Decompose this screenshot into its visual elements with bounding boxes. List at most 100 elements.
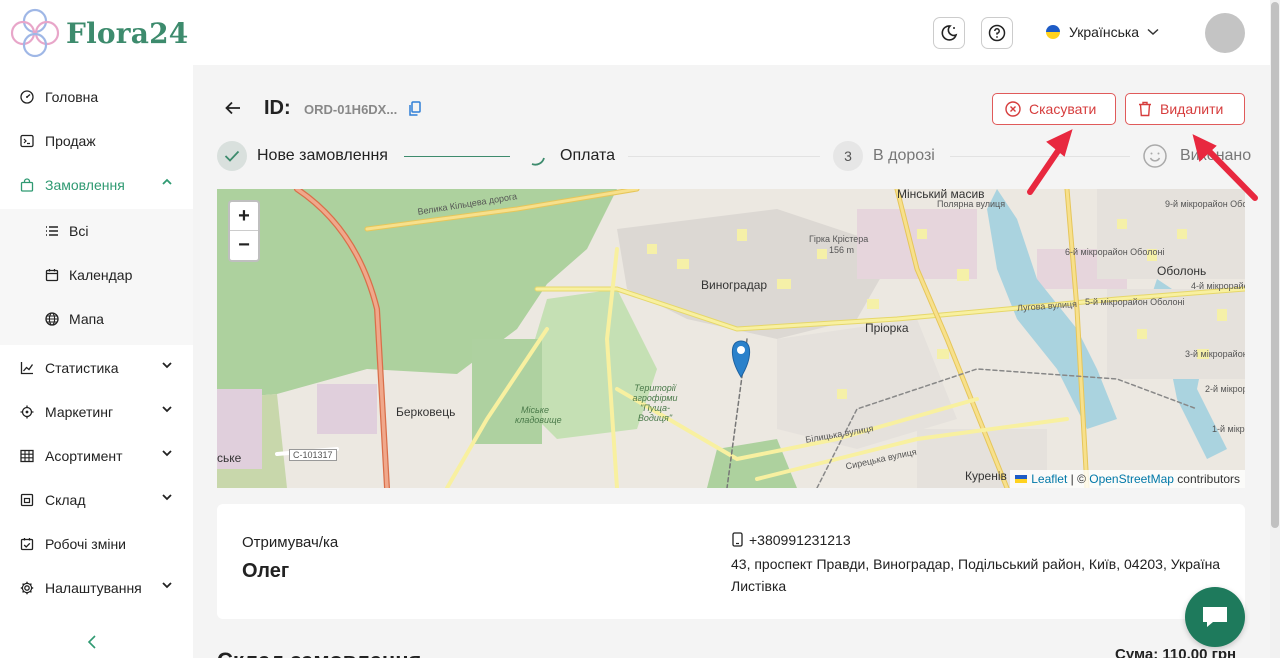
spinner-icon: [531, 157, 545, 166]
sidebar-item-label: Замовлення: [45, 177, 125, 193]
calendar-icon: [45, 268, 59, 282]
sidebar-subitem-calendar[interactable]: Календар: [0, 253, 193, 297]
chevron-down-icon: [162, 362, 172, 369]
chevron-down-icon: [162, 450, 172, 457]
cancel-button-label: Скасувати: [1029, 101, 1097, 117]
sidebar-item-shifts[interactable]: Робочі зміни: [0, 522, 193, 566]
zoom-out-button[interactable]: −: [230, 231, 258, 260]
leaflet-link[interactable]: Leaflet: [1031, 472, 1067, 486]
collapse-sidebar-icon[interactable]: [86, 634, 98, 650]
zoom-in-button[interactable]: +: [230, 202, 258, 231]
map-label: 156 m: [829, 245, 855, 255]
language-selector[interactable]: Українська: [1046, 24, 1159, 40]
sidebar-item-label: Маркетинг: [45, 404, 114, 420]
order-id-label: ID:: [264, 97, 291, 119]
sidebar-item-assortment[interactable]: Асортимент: [0, 434, 193, 478]
smile-icon: [1143, 144, 1167, 168]
sidebar-item-label: Головна: [45, 89, 99, 105]
recipient-label: Отримувач/ка: [242, 534, 339, 551]
chevron-up-icon: [162, 178, 172, 185]
recipient-phone[interactable]: +380991231213: [749, 532, 851, 548]
osm-link[interactable]: OpenStreetMap: [1089, 472, 1174, 486]
sidebar-subitem-all[interactable]: Всі: [0, 209, 193, 253]
order-sum: Сума: 110,00 грн: [1115, 646, 1237, 658]
step-label: В дорозі: [873, 147, 935, 164]
terminal-icon: [20, 134, 34, 148]
ukraine-flag-icon: [1015, 475, 1028, 483]
chevron-down-icon: [1147, 28, 1159, 36]
logo[interactable]: Flora24: [8, 6, 188, 60]
sidebar-subitem-label: Календар: [69, 267, 133, 283]
map-label: Оболонь: [1157, 264, 1207, 278]
delete-button-label: Видалити: [1160, 101, 1224, 117]
step-label: Оплата: [560, 147, 616, 164]
copy-icon[interactable]: [409, 101, 421, 116]
step-new-order: Нове замовлення: [217, 141, 388, 171]
orders-submenu: Всі Календар Мапа: [0, 209, 193, 345]
map-tiles: [217, 189, 1245, 488]
step-payment: Оплата: [520, 141, 615, 171]
calendar-check-icon: [20, 537, 34, 551]
sidebar-subitem-map[interactable]: Мапа: [0, 297, 193, 341]
chart-icon: [20, 361, 34, 375]
attribution-separator: | ©: [1067, 472, 1090, 486]
map-label: Території агрофірми "Пуща-Водиця": [632, 383, 678, 423]
sidebar-item-label: Налаштування: [45, 580, 142, 596]
map-label: Куренів: [965, 469, 1007, 483]
grid-icon: [20, 449, 34, 463]
moon-icon: [941, 25, 958, 41]
map-label: 5-й мікрорайон Оболоні: [1085, 297, 1185, 307]
map-label: 4-й мікрорайон Оболоні: [1191, 281, 1245, 291]
step-label: Нове замовлення: [257, 147, 388, 164]
theme-toggle-button[interactable]: [933, 17, 965, 49]
trash-icon: [1138, 101, 1152, 117]
sidebar-item-label: Статистика: [45, 360, 119, 376]
sidebar-item-marketing[interactable]: Маркетинг: [0, 390, 193, 434]
chevron-down-icon: [162, 494, 172, 501]
delete-order-button[interactable]: Видалити: [1125, 93, 1245, 125]
map-label: ське: [217, 451, 242, 465]
sidebar-item-home[interactable]: Головна: [0, 75, 193, 119]
globe-icon: [45, 312, 59, 326]
delivery-map[interactable]: Мінський масив Полярна вулиця Велика Кіл…: [217, 189, 1245, 488]
step-label: Виконано: [1180, 147, 1252, 164]
top-header: Flora24 Українська: [0, 0, 1270, 65]
map-label: C-101317: [289, 449, 337, 461]
sidebar-item-warehouse[interactable]: Склад: [0, 478, 193, 522]
map-attribution: Leaflet | © OpenStreetMap contributors: [1010, 470, 1245, 488]
step-number: 3: [833, 141, 863, 171]
recipient-address: 43, проспект Правди, Виноградар, Подільс…: [731, 553, 1231, 597]
step-connector: [628, 156, 820, 157]
sidebar-item-statistics[interactable]: Статистика: [0, 346, 193, 390]
warehouse-icon: [20, 493, 34, 507]
help-button[interactable]: [981, 17, 1013, 49]
sidebar-subitem-label: Всі: [69, 223, 89, 239]
chevron-down-icon: [162, 406, 172, 413]
scrollbar-thumb[interactable]: [1271, 2, 1279, 528]
sidebar: Головна Продаж Замовлення Всі Календар М…: [0, 65, 193, 658]
order-items-title: Склад замовлення: [217, 648, 421, 658]
back-arrow-icon[interactable]: [224, 100, 242, 116]
recipient-card: Отримувач/ка Олег +380991231213 43, прос…: [217, 504, 1245, 619]
map-label: Виноградар: [701, 278, 768, 292]
map-label: Міське кладовище: [515, 405, 562, 425]
zoom-controls: + −: [228, 200, 260, 262]
map-label: Гірка Крістера: [809, 234, 869, 244]
map-label: 3-й мікрорайон Оболоні: [1185, 349, 1245, 359]
map-label: Полярна вулиця: [937, 199, 1006, 209]
list-icon: [45, 224, 59, 238]
avatar[interactable]: [1205, 13, 1245, 53]
chat-button[interactable]: [1185, 587, 1245, 647]
order-id-value: ORD-01H6DX...: [304, 102, 398, 117]
cancel-order-button[interactable]: Скасувати: [992, 93, 1116, 125]
shopping-bag-icon: [20, 178, 34, 192]
target-icon: [20, 405, 34, 419]
sidebar-item-sales[interactable]: Продаж: [0, 119, 193, 163]
attribution-text: contributors: [1173, 472, 1240, 486]
dashboard-icon: [20, 90, 34, 104]
flower-logo-icon: [10, 8, 60, 58]
sidebar-item-orders[interactable]: Замовлення: [0, 163, 193, 207]
sidebar-item-settings[interactable]: Налаштування: [0, 566, 193, 610]
step-smile-circle: [1140, 141, 1170, 171]
language-label: Українська: [1069, 24, 1140, 40]
